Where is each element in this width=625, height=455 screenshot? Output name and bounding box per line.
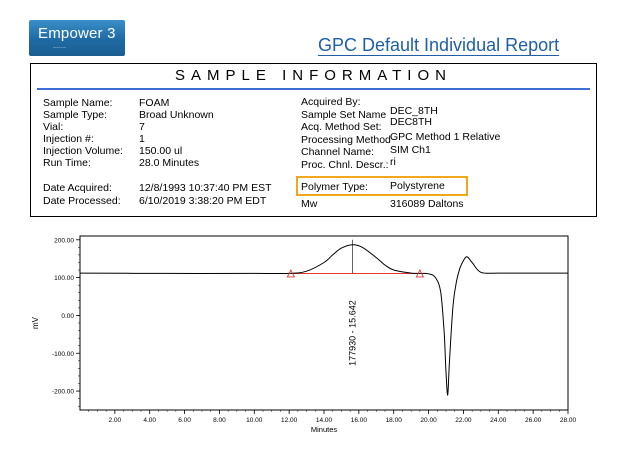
chromatogram-chart: 200.00 100.00 0.00 -100.00 -200.00 2.00 4.00 6… — [0, 225, 625, 450]
value-run-time: 28.0 Minutes — [139, 157, 200, 169]
y-axis: 200.00 100.00 0.00 -100.00 -200.00 — [52, 237, 80, 407]
y-tick-label: -100.00 — [52, 351, 74, 358]
x-tick-label: 10.00 — [246, 417, 263, 424]
value-date-acquired: 12/8/1993 10:37:40 PM EST — [139, 182, 272, 194]
y-tick-label: 200.00 — [54, 237, 74, 244]
value-vial: 7 — [139, 121, 145, 133]
label-acq-method-set: Acq. Method Set: — [301, 121, 382, 133]
value-injection-volume: 150.00 ul — [139, 145, 183, 157]
label-sample-name: Sample Name: — [43, 97, 113, 109]
label-sample-set-name: Sample Set Name — [301, 109, 387, 121]
chromatogram-svg: 200.00 100.00 0.00 -100.00 -200.00 2.00 4.00 6… — [31, 235, 577, 434]
x-tick-label: 2.00 — [109, 417, 122, 424]
value-date-processed: 6/10/2019 3:38:20 PM EDT — [139, 195, 267, 207]
x-tick-label: 18.00 — [386, 417, 403, 424]
logo-text: Empower 3 — [38, 25, 116, 42]
x-axis: 2.00 4.00 6.00 8.00 10.00 12.00 14.00 16.00 18.0… — [88, 410, 577, 424]
x-tick-label: 12.00 — [281, 417, 298, 424]
value-sample-set-name: DEC8TH — [390, 116, 433, 128]
value-channel-name: SIM Ch1 — [390, 144, 431, 156]
label-processing-method: Processing Method — [301, 134, 391, 146]
value-injection-number: 1 — [139, 133, 145, 145]
label-injection-volume: Injection Volume: — [43, 145, 123, 157]
value-proc-chnl-descr: ri — [390, 156, 396, 168]
label-channel-name: Channel Name: — [301, 146, 374, 158]
x-tick-label: 8.00 — [213, 417, 226, 424]
peak-label: 177930 - 15.642 — [348, 300, 358, 366]
y-tick-label: 100.00 — [54, 275, 74, 282]
x-tick-label: 16.00 — [351, 417, 368, 424]
x-tick-label: 14.00 — [316, 417, 333, 424]
logo-subtext: ──── — [53, 45, 67, 50]
label-acquired-by: Acquired By: — [301, 96, 361, 108]
value-sample-type: Broad Unknown — [139, 109, 214, 121]
label-injection-number: Injection #: — [43, 133, 94, 145]
label-proc-chnl-descr: Proc. Chnl. Descr.: — [301, 159, 389, 171]
x-axis-label: Minutes — [311, 425, 338, 434]
polymer-type-highlight — [296, 176, 468, 196]
chromatogram-trace — [79, 244, 568, 396]
x-tick-label: 6.00 — [178, 417, 191, 424]
y-tick-label: 0.00 — [61, 313, 74, 320]
label-mw: Mw — [301, 198, 318, 210]
value-processing-method: GPC Method 1 Relative — [390, 131, 501, 143]
report-title: GPC Default Individual Report — [318, 35, 560, 56]
value-mw: 316089 Daltons — [390, 198, 464, 210]
y-tick-label: -200.00 — [52, 389, 74, 396]
label-date-processed: Date Processed: — [43, 195, 121, 207]
x-tick-label: 26.00 — [525, 417, 542, 424]
x-tick-label: 24.00 — [490, 417, 507, 424]
x-tick-label: 22.00 — [455, 417, 472, 424]
x-tick-label: 20.00 — [420, 417, 437, 424]
value-sample-name: FOAM — [139, 97, 170, 109]
x-tick-label: 4.00 — [143, 417, 156, 424]
label-sample-type: Sample Type: — [43, 109, 108, 121]
label-date-acquired: Date Acquired: — [43, 182, 112, 194]
sample-information-heading: SAMPLE INFORMATION — [175, 67, 452, 84]
label-vial: Vial: — [43, 121, 64, 133]
x-tick-label: 28.00 — [560, 417, 577, 424]
empower-logo: Empower 3 ──── — [29, 20, 125, 56]
y-axis-label: mV — [31, 316, 40, 329]
heading-divider — [37, 88, 590, 90]
label-run-time: Run Time: — [43, 157, 91, 169]
